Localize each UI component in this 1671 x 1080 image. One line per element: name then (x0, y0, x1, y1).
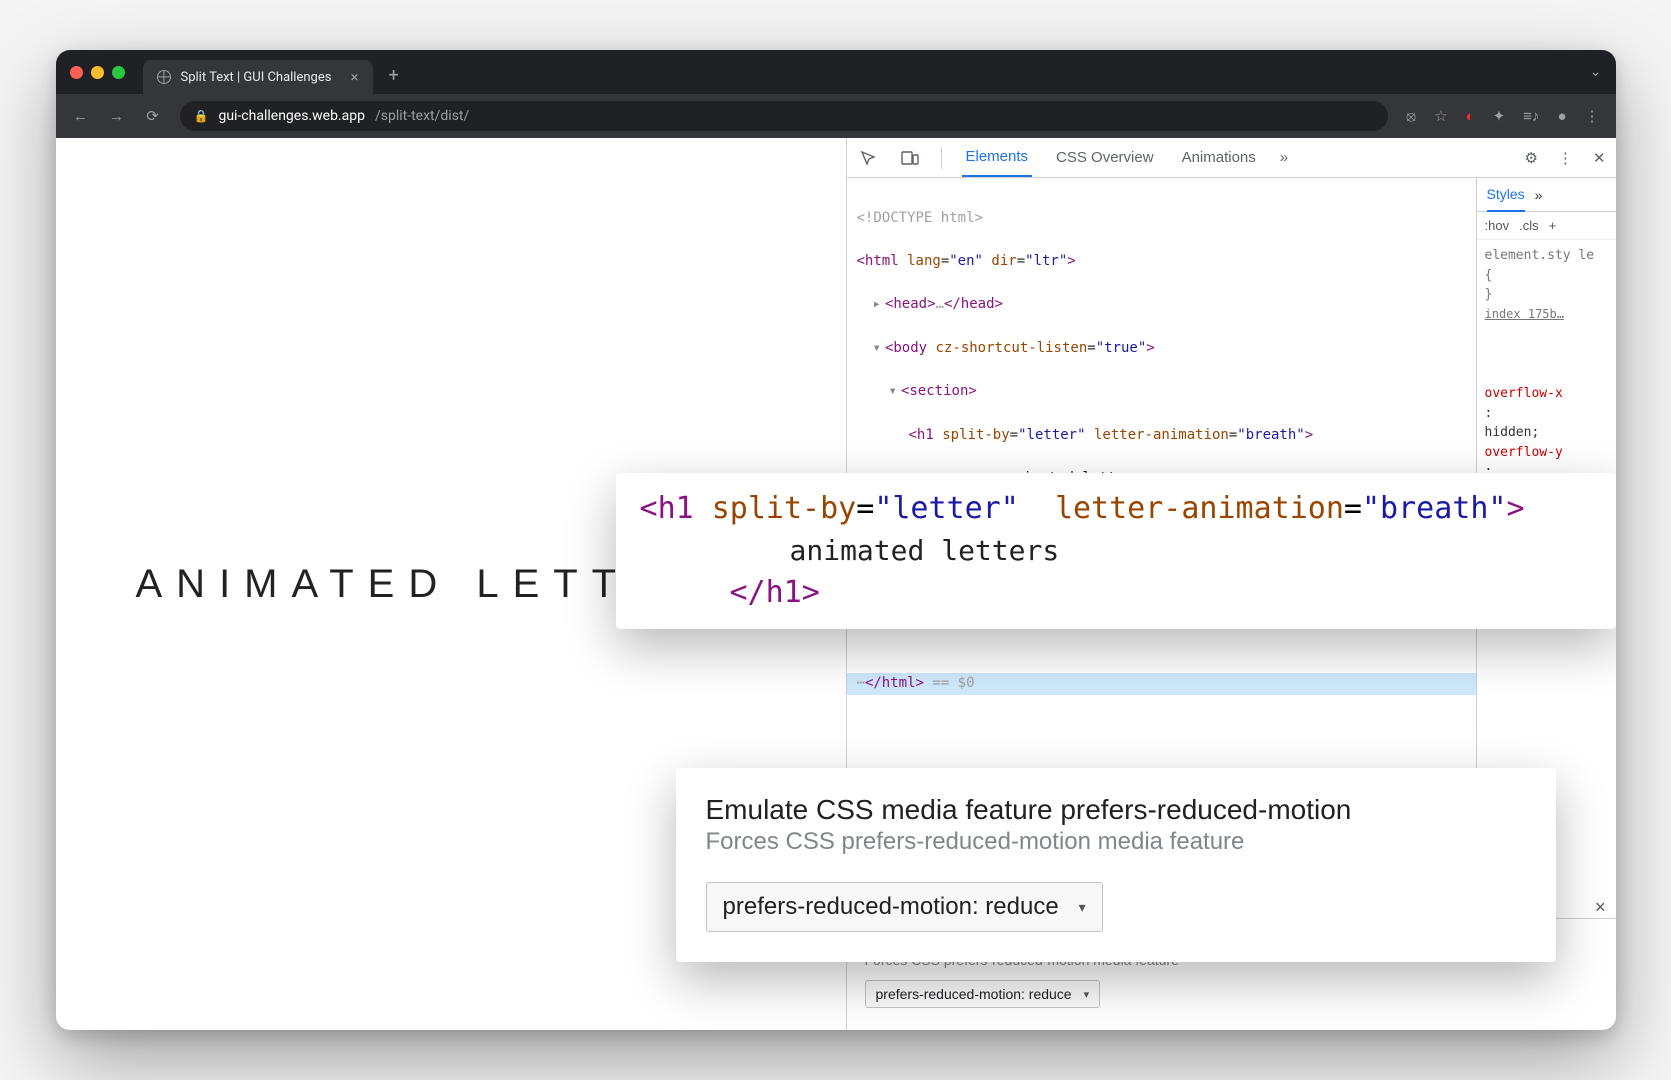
zoom-text-node: animated letters (640, 531, 1592, 572)
zoom-emulate-overlay: Emulate CSS media feature prefers-reduce… (676, 768, 1556, 962)
back-button[interactable]: ← (72, 107, 90, 125)
emulate-subtitle: Forces CSS prefers-reduced-motion media … (706, 828, 1526, 856)
more-panes-icon[interactable]: » (1535, 187, 1543, 203)
dom-node-doctype[interactable]: <!DOCTYPE html> (857, 208, 1466, 230)
extension-icon[interactable]: ◐ (1466, 107, 1475, 125)
tab-elements[interactable]: Elements (962, 148, 1033, 177)
zoom-code-overlay: <h1 split-by="letter" letter-animation="… (616, 473, 1616, 629)
chevron-down-icon[interactable]: ⌄ (1590, 64, 1602, 80)
drawer-select[interactable]: prefers-reduced-motion: reduce ▾ (865, 980, 1101, 1008)
close-window-button[interactable] (70, 66, 83, 79)
close-drawer-icon[interactable]: × (1595, 897, 1606, 918)
drawer-select-value: prefers-reduced-motion: reduce (876, 986, 1072, 1002)
content-area: ANIMATED LETTERS Elements CSS Overview A… (56, 138, 1616, 1030)
dom-node-body-open[interactable]: <body cz-shortcut-listen="true"> (857, 338, 1466, 360)
zoom-val1: letter (892, 491, 1000, 526)
new-tab-button[interactable]: + (389, 65, 399, 86)
translate-icon[interactable]: ⦻ (1406, 107, 1416, 125)
window-controls (70, 66, 125, 79)
zoom-attr2: letter-animation (1055, 491, 1344, 526)
browser-toolbar: ← → ⟳ 🔒 gui-challenges.web.app/split-tex… (56, 94, 1616, 138)
kebab-menu-icon[interactable]: ⋮ (1585, 107, 1600, 125)
element-style-close: } (1485, 287, 1493, 302)
emulate-title: Emulate CSS media feature prefers-reduce… (706, 794, 1526, 826)
dom-node-html-open[interactable]: <html lang="en" dir="ltr"> (857, 251, 1466, 273)
add-rule-button[interactable]: + (1549, 218, 1557, 233)
emulate-select-value: prefers-reduced-motion: reduce (723, 893, 1059, 921)
bookmark-icon[interactable]: ☆ (1434, 107, 1447, 125)
kebab-icon[interactable]: ⋮ (1558, 149, 1573, 167)
minimize-window-button[interactable] (91, 66, 104, 79)
inspect-icon[interactable] (857, 147, 879, 169)
gear-icon[interactable]: ⚙ (1524, 149, 1537, 167)
stylesheet-link[interactable]: index 175b… (1485, 307, 1564, 321)
zoom-close-tag: </h1> (640, 571, 1592, 615)
close-devtools-icon[interactable]: ✕ (1593, 149, 1606, 167)
zoom-tagname: h1 (658, 491, 694, 526)
toolbar-right-icons: ⦻ ☆ ◐ ✦ ≡♪ ● ⋮ (1406, 107, 1599, 125)
styles-pane-tabs: Styles » (1477, 178, 1616, 212)
forward-button[interactable]: → (108, 107, 126, 125)
reading-list-icon[interactable]: ≡♪ (1523, 107, 1539, 125)
zoom-attr1: split-by (712, 491, 857, 526)
emulate-select[interactable]: prefers-reduced-motion: reduce ▾ (706, 882, 1103, 932)
styles-toolbar: :hov .cls + (1477, 212, 1616, 240)
dom-node-section[interactable]: <section> (857, 381, 1466, 403)
tab-animations[interactable]: Animations (1178, 149, 1260, 176)
device-toggle-icon[interactable] (899, 147, 921, 169)
tab-css-overview[interactable]: CSS Overview (1052, 149, 1158, 176)
chevron-down-icon: ▾ (1084, 988, 1090, 1001)
close-tab-icon[interactable]: × (350, 68, 358, 86)
element-style-selector: element.sty le { (1485, 248, 1595, 283)
dom-node-h1[interactable]: <h1 split-by="letter" letter-animation="… (857, 425, 1466, 447)
tab-title: Split Text | GUI Challenges (181, 70, 332, 85)
chevron-down-icon: ▾ (1079, 899, 1086, 916)
profile-icon[interactable]: ● (1557, 107, 1566, 125)
address-host: gui-challenges.web.app (218, 108, 365, 124)
dom-node-head[interactable]: <head>…</head> (857, 294, 1466, 316)
devtools-tabbar: Elements CSS Overview Animations » ⚙ ⋮ ✕ (847, 138, 1616, 178)
cls-button[interactable]: .cls (1519, 218, 1539, 233)
address-bar[interactable]: 🔒 gui-challenges.web.app/split-text/dist… (180, 101, 1389, 131)
more-tabs-icon[interactable]: » (1280, 149, 1288, 166)
browser-tab[interactable]: Split Text | GUI Challenges × (143, 60, 373, 94)
zoom-val2: breath (1380, 491, 1488, 526)
styles-tab[interactable]: Styles (1487, 186, 1525, 212)
lock-icon: 🔒 (194, 109, 209, 123)
browser-window: Split Text | GUI Challenges × + ⌄ ← → ⟳ … (56, 50, 1616, 1030)
separator (941, 147, 942, 169)
maximize-window-button[interactable] (112, 66, 125, 79)
hov-button[interactable]: :hov (1485, 218, 1510, 233)
extensions-puzzle-icon[interactable]: ✦ (1493, 107, 1506, 125)
reload-button[interactable]: ⟳ (144, 107, 162, 125)
titlebar: Split Text | GUI Challenges × + ⌄ (56, 50, 1616, 94)
address-path: /split-text/dist/ (375, 108, 469, 124)
globe-icon (157, 70, 171, 84)
dom-node-html-close-selected[interactable]: ⋯</html> == $0 (847, 673, 1476, 695)
